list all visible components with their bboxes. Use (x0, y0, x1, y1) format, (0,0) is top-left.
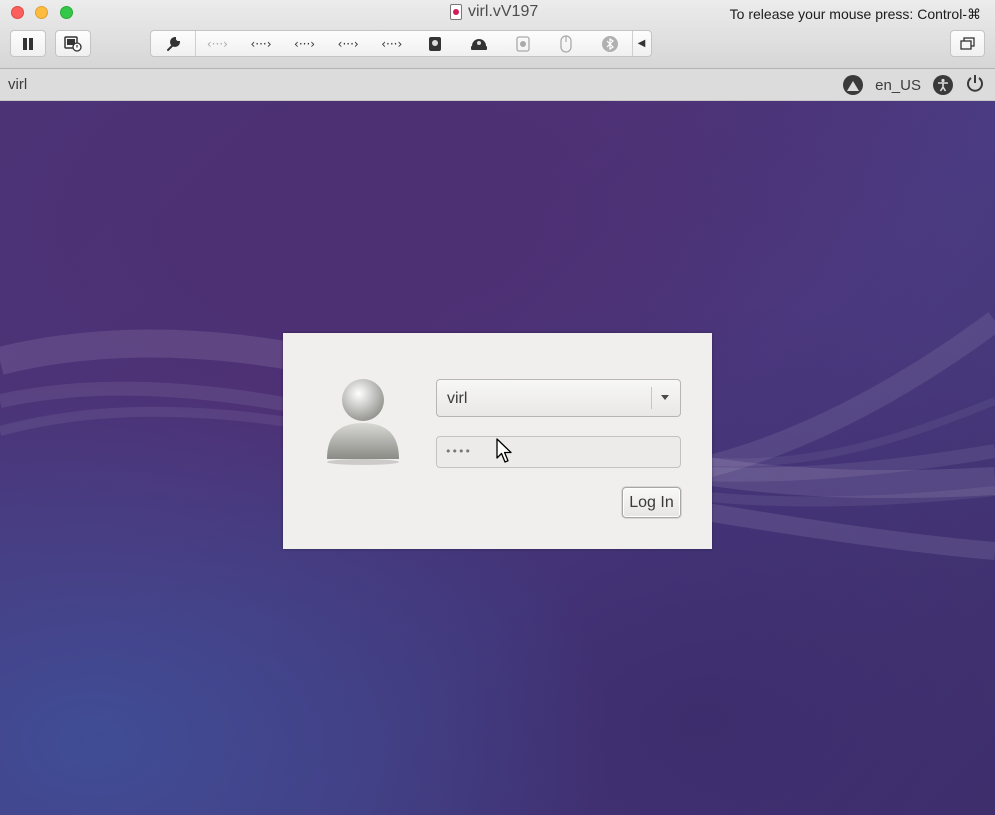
window-title-text: virl.vV197 (468, 3, 539, 20)
hard-disk-button[interactable] (414, 31, 458, 56)
close-window-button[interactable] (11, 6, 24, 19)
pause-icon (23, 37, 33, 50)
mouse-pointer-icon (496, 438, 512, 463)
camera-icon (515, 35, 530, 52)
network-adapter-icon: ‹···› (206, 36, 228, 51)
password-mask: •••• (445, 445, 471, 458)
toolbar-collapse-button[interactable]: ◀ (631, 31, 651, 56)
bluetooth-button[interactable] (588, 31, 632, 56)
settings-wrench-button[interactable] (151, 31, 195, 56)
guest-top-panel: virl en_US (0, 69, 995, 101)
device-toolbar: ‹···› ‹···› ‹···› ‹···› ‹···› ◀ (150, 30, 652, 57)
username-combobox[interactable]: virl (436, 379, 681, 417)
window-title: virl.vV197 (450, 3, 538, 21)
vm-document-icon (450, 4, 462, 20)
network-adapter-2-button[interactable]: ‹···› (239, 31, 283, 56)
zoom-window-button[interactable] (60, 6, 73, 19)
camera-button[interactable] (501, 31, 545, 56)
window-mode-button[interactable] (950, 30, 985, 57)
dropdown-arrow-icon (661, 395, 669, 400)
username-value: virl (447, 390, 468, 407)
triangle-left-icon: ◀ (637, 38, 646, 49)
network-adapter-icon: ‹···› (294, 36, 316, 51)
panel-indicators: en_US (843, 73, 985, 97)
network-adapter-icon: ‹···› (337, 36, 359, 51)
network-adapter-5-button[interactable]: ‹···› (370, 31, 414, 56)
optical-drive-button[interactable] (457, 31, 501, 56)
window-mode-icon (959, 36, 975, 50)
minimize-window-button[interactable] (35, 6, 48, 19)
accessibility-button[interactable] (933, 75, 953, 95)
network-adapter-1-button[interactable]: ‹···› (196, 31, 240, 56)
network-adapter-icon: ‹···› (250, 36, 272, 51)
hard-disk-icon (429, 36, 442, 51)
network-adapter-icon: ‹···› (381, 36, 403, 51)
hostname-label: virl (8, 76, 28, 93)
usb-mouse-button[interactable] (544, 31, 588, 56)
network-icon (847, 81, 860, 91)
accessibility-icon (938, 78, 948, 92)
release-mouse-hint: To release your mouse press: Control-⌘ (729, 6, 981, 22)
pause-button[interactable] (10, 30, 46, 57)
user-avatar-icon (327, 379, 399, 465)
network-adapter-3-button[interactable]: ‹···› (283, 31, 327, 56)
snapshot-icon (64, 35, 82, 52)
mouse-icon (560, 34, 572, 53)
network-adapter-4-button[interactable]: ‹···› (326, 31, 370, 56)
password-field[interactable]: •••• (436, 436, 681, 468)
wrench-icon (166, 36, 180, 51)
login-button[interactable]: Log In (622, 487, 681, 518)
window-titlebar: virl.vV197 To release your mouse press: … (0, 0, 995, 69)
snapshot-button[interactable] (55, 30, 91, 57)
language-indicator[interactable]: en_US (875, 77, 921, 94)
power-button[interactable] (965, 73, 985, 97)
bluetooth-icon (601, 35, 618, 52)
power-icon (967, 75, 983, 92)
network-indicator-button[interactable] (843, 75, 864, 95)
optical-drive-icon (470, 38, 487, 50)
